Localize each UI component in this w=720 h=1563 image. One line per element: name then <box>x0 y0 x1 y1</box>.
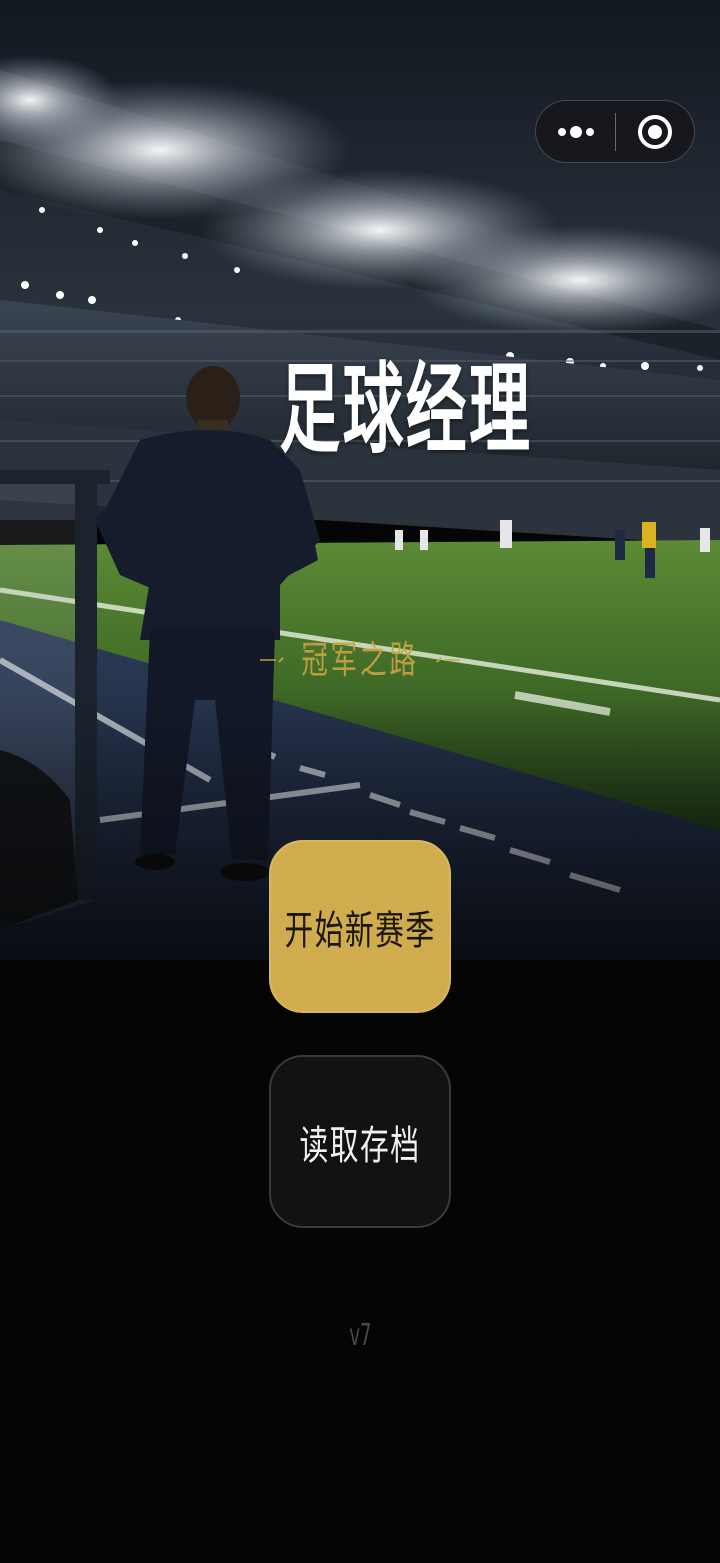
subtitle-right-dot <box>436 657 443 663</box>
new-season-button[interactable]: 开始新赛季 <box>269 840 451 1013</box>
close-button[interactable] <box>616 101 694 162</box>
more-button[interactable] <box>536 101 615 162</box>
new-season-label: 开始新赛季 <box>284 907 436 954</box>
subtitle-left-line <box>260 659 276 661</box>
target-close-icon <box>637 114 672 149</box>
subtitle-right-line <box>444 659 460 661</box>
game-title: 足球经理 <box>279 353 533 467</box>
load-save-label: 读取存档 <box>299 1122 421 1169</box>
more-dots-icon <box>557 125 594 138</box>
start-screen: 足球经理 冠军之路 开始新赛季 读取存档 v7 <box>0 0 720 1563</box>
mini-program-capsule <box>535 100 695 163</box>
subtitle-left-dot <box>277 657 284 663</box>
version-label: v7 <box>320 1318 400 1353</box>
subtitle-row: 冠军之路 <box>260 640 460 680</box>
load-save-button[interactable]: 读取存档 <box>269 1055 451 1228</box>
game-subtitle: 冠军之路 <box>301 638 419 682</box>
version-text: v7 <box>348 1318 372 1353</box>
